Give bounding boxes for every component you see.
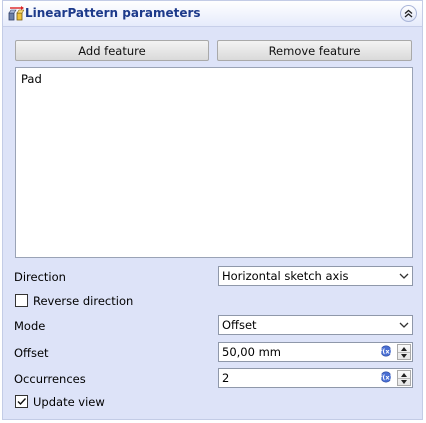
feature-list[interactable]: Pad — [15, 67, 413, 258]
double-chevron-up-icon — [404, 9, 413, 18]
collapse-button[interactable] — [400, 5, 417, 22]
step-down-button[interactable] — [398, 352, 410, 359]
add-feature-button[interactable]: Add feature — [15, 40, 209, 61]
occurrences-field[interactable]: 2 f(x) — [218, 368, 413, 388]
svg-text:f(x): f(x) — [380, 347, 392, 355]
chevron-down-icon — [399, 273, 409, 279]
triangle-down-icon — [401, 379, 407, 384]
remove-feature-button[interactable]: Remove feature — [217, 40, 412, 61]
panel-header[interactable]: LinearPattern parameters — [3, 1, 422, 27]
list-item[interactable]: Pad — [21, 72, 42, 86]
update-view-checkbox[interactable] — [15, 395, 28, 408]
mode-select[interactable]: Offset — [218, 315, 413, 335]
checkmark-icon — [17, 398, 27, 406]
triangle-up-icon — [401, 372, 407, 377]
task-panel: LinearPattern parameters Add feature Rem… — [2, 0, 423, 420]
triangle-up-icon — [401, 346, 407, 351]
offset-stepper[interactable] — [397, 344, 411, 360]
offset-value: 50,00 mm — [222, 345, 281, 359]
chevron-down-icon — [399, 322, 409, 328]
triangle-down-icon — [401, 353, 407, 358]
panel-title: LinearPattern parameters — [25, 6, 201, 20]
step-down-button[interactable] — [398, 378, 410, 385]
direction-label: Direction — [14, 270, 66, 284]
occurrences-stepper[interactable] — [397, 370, 411, 386]
offset-label: Offset — [14, 346, 49, 360]
update-view-label[interactable]: Update view — [33, 395, 105, 409]
expression-icon[interactable]: f(x) — [380, 371, 392, 383]
direction-select[interactable]: Horizontal sketch axis — [218, 266, 413, 286]
occurrences-label: Occurrences — [14, 372, 86, 386]
linear-pattern-icon — [8, 6, 24, 21]
offset-field[interactable]: 50,00 mm f(x) — [218, 342, 413, 362]
reverse-direction-checkbox[interactable] — [15, 294, 28, 307]
svg-text:f(x): f(x) — [380, 373, 392, 381]
expression-icon[interactable]: f(x) — [380, 345, 392, 357]
mode-value: Offset — [222, 318, 257, 332]
reverse-direction-label[interactable]: Reverse direction — [33, 294, 133, 308]
occurrences-value: 2 — [222, 371, 230, 385]
mode-label: Mode — [14, 319, 46, 333]
direction-value: Horizontal sketch axis — [222, 269, 349, 283]
